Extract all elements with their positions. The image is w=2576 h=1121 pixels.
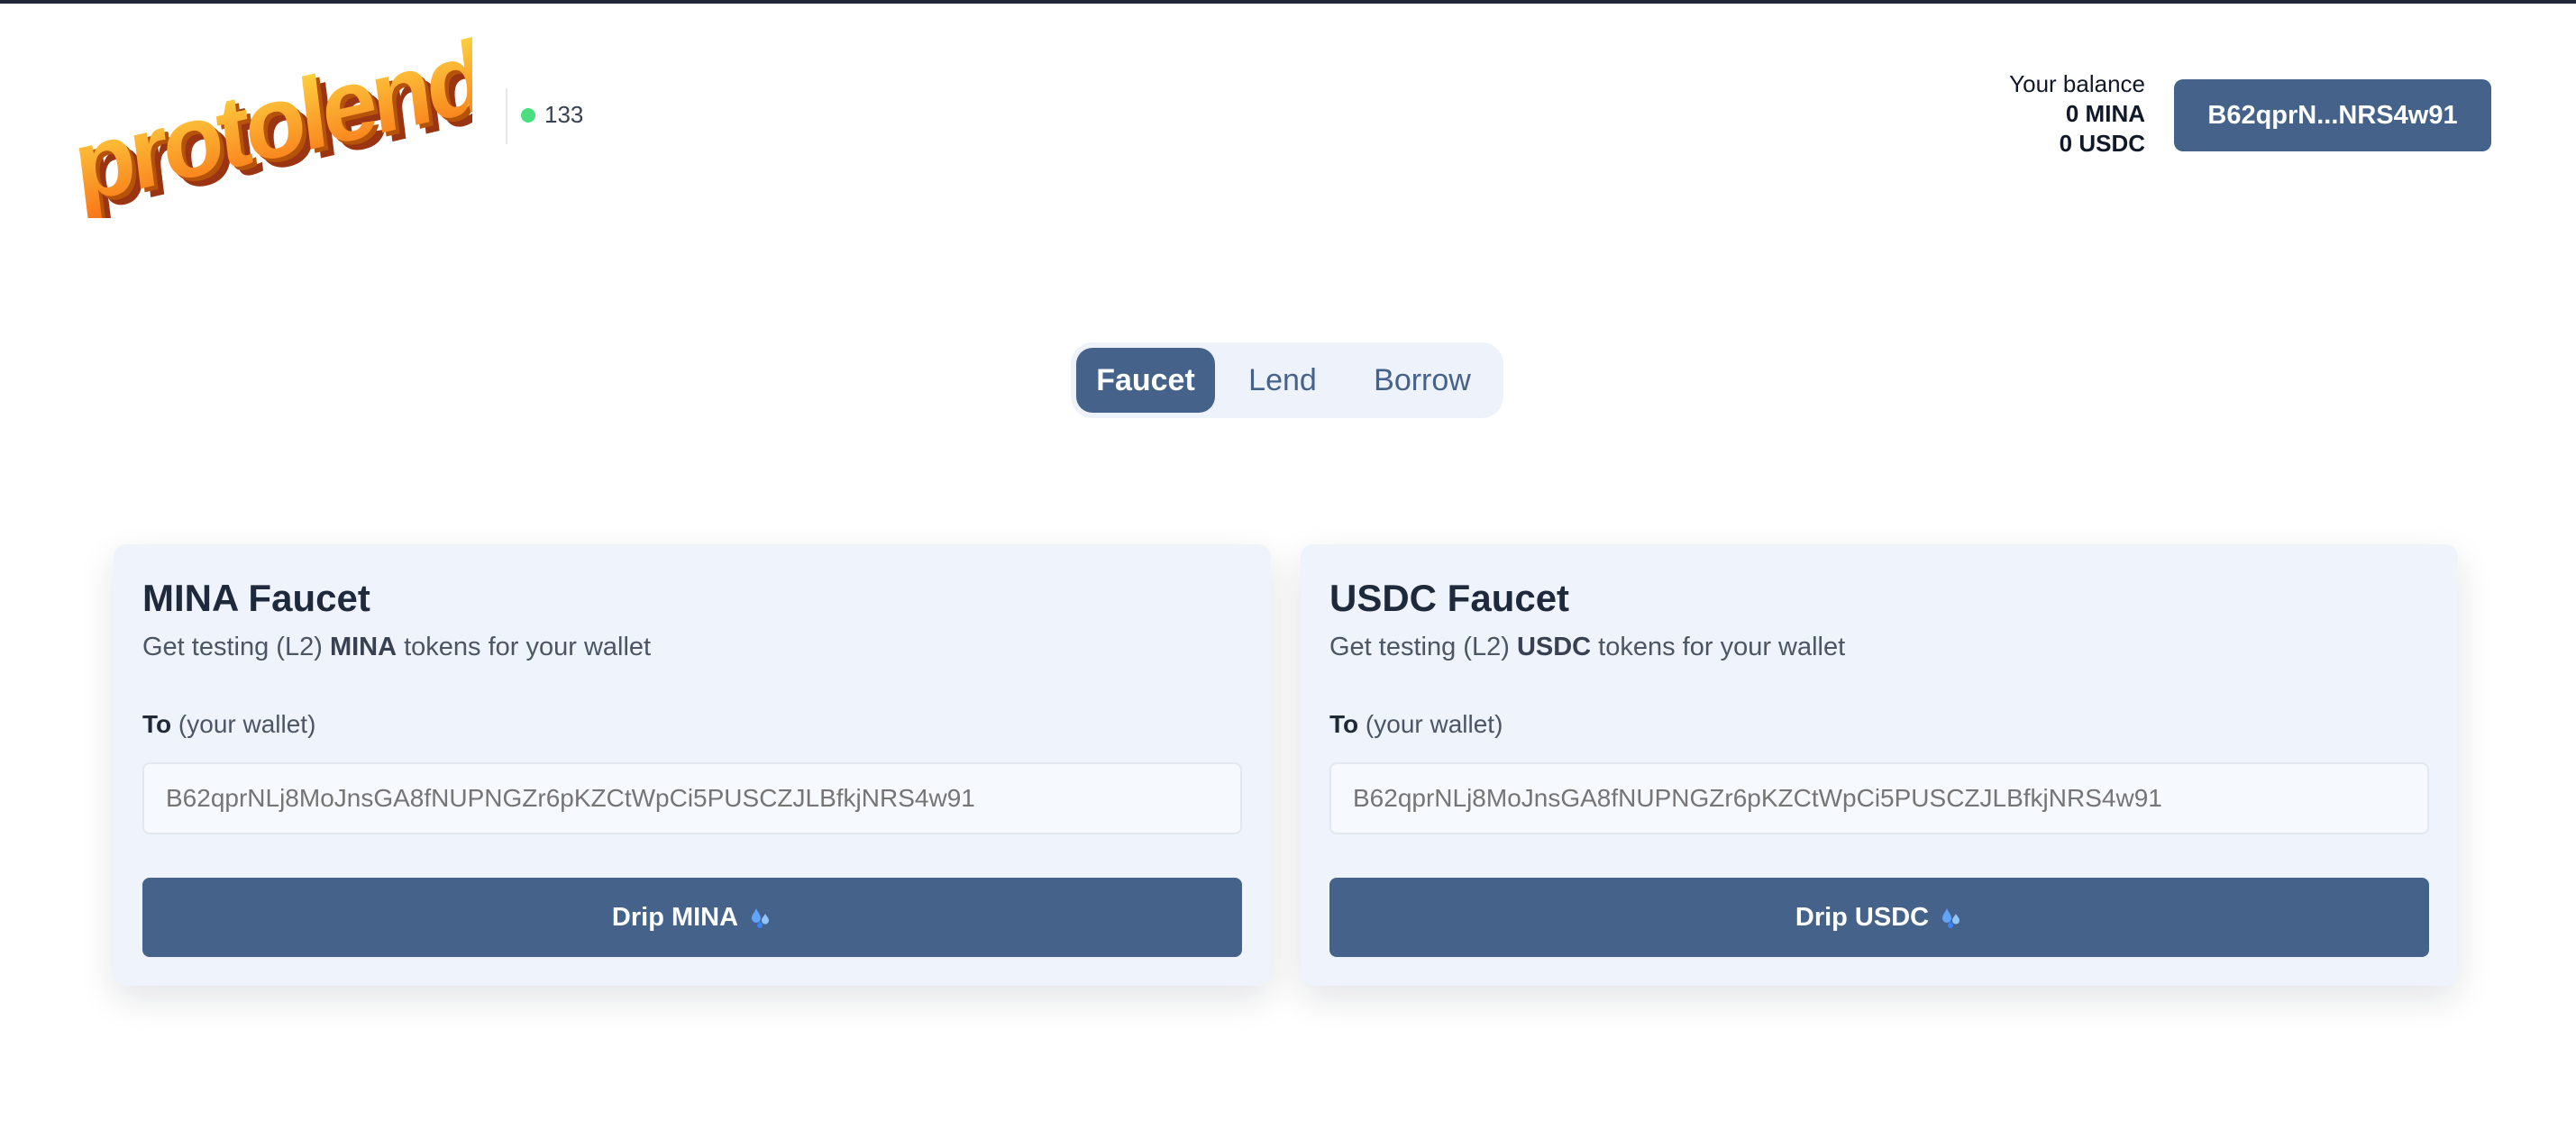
drip-button-label: Drip USDC (1795, 902, 1930, 932)
balance-panel: Your balance 0 MINA 0 USDC (2009, 68, 2145, 159)
protolend-logo[interactable]: protolend protolend protolend (68, 18, 498, 233)
wallet-address-button[interactable]: B62qprN...NRS4w91 (2174, 79, 2491, 151)
subtitle-token: USDC (1516, 633, 1592, 661)
to-hint: (your wallet) (178, 710, 316, 738)
subtitle-token: MINA (329, 633, 397, 661)
droplets-icon (1942, 908, 1960, 928)
subtitle-prefix: Get testing (L2) (142, 633, 330, 661)
block-height-indicator: 133 (521, 101, 583, 129)
mina-faucet-card: MINA Faucet Get testing (L2) MINA tokens… (114, 544, 1271, 986)
header-divider (506, 88, 507, 144)
to-field-label: To (your wallet) (1329, 710, 1503, 739)
card-title: MINA Faucet (142, 577, 370, 619)
usdc-faucet-card: USDC Faucet Get testing (L2) USDC tokens… (1301, 544, 2458, 986)
tab-borrow[interactable]: Borrow (1350, 348, 1494, 413)
droplets-icon (752, 908, 770, 928)
card-subtitle: Get testing (L2) USDC tokens for your wa… (1329, 633, 1845, 662)
to-field-label: To (your wallet) (142, 710, 315, 739)
window-top-border (0, 0, 2576, 4)
status-dot-icon (521, 107, 535, 123)
card-title: USDC Faucet (1329, 577, 1570, 619)
to-label: To (142, 710, 172, 738)
subtitle-suffix: tokens for your wallet (397, 633, 652, 661)
subtitle-prefix: Get testing (L2) (1329, 633, 1517, 661)
to-label: To (1329, 710, 1359, 738)
drip-mina-button[interactable]: Drip MINA (142, 878, 1242, 957)
subtitle-suffix: tokens for your wallet (1591, 633, 1846, 661)
card-subtitle: Get testing (L2) MINA tokens for your wa… (142, 633, 651, 662)
balance-mina: 0 MINA (2065, 100, 2145, 127)
balance-usdc: 0 USDC (2059, 130, 2145, 157)
drip-usdc-button[interactable]: Drip USDC (1329, 878, 2429, 957)
wallet-address-input[interactable] (1329, 762, 2429, 834)
balance-label: Your balance (2009, 70, 2145, 97)
tab-lend[interactable]: Lend (1215, 348, 1350, 413)
logo-graphic: protolend protolend protolend (68, 18, 498, 233)
tab-faucet[interactable]: Faucet (1076, 348, 1215, 413)
to-hint: (your wallet) (1365, 710, 1503, 738)
main-tabs: Faucet Lend Borrow (1071, 342, 1503, 418)
drip-button-label: Drip MINA (611, 902, 739, 932)
block-height: 133 (544, 101, 584, 128)
wallet-address-input[interactable] (142, 762, 1242, 834)
